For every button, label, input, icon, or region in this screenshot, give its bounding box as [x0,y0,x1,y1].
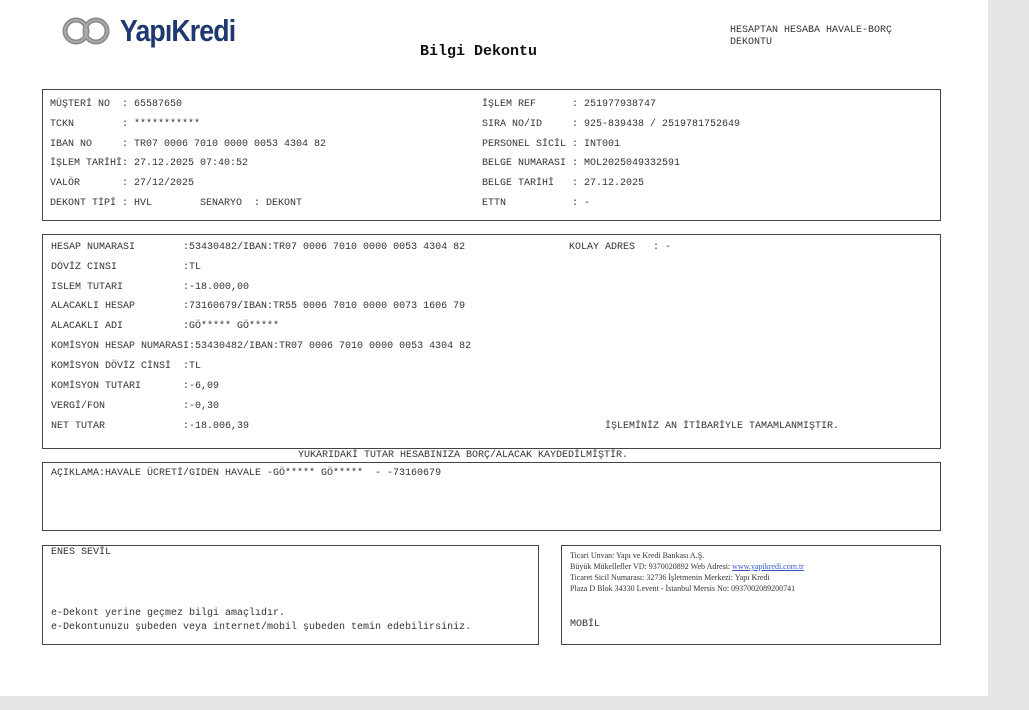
field-label: TCKN [50,119,123,130]
detail-row: KOMİSYON HESAP NUMARASI:53430482/IBAN:TR… [51,341,471,353]
field-label: PERSONEL SİCİL [482,139,573,150]
field-value: : 27.12.2025 07:40:52 [122,158,249,169]
field-label: VALÖR [50,178,123,189]
status-message: İŞLEMİNİZ AN İTİBARİYLE TAMAMLANMIŞTIR. [605,421,840,432]
field-label: DEKONT TİPİ [50,198,123,209]
field-value: :-18.006,39 [183,421,250,432]
field-label: MÜŞTERİ NO [50,99,123,110]
website-link[interactable]: www.yapikredi.com.tr [732,562,804,571]
channel-label: MOBİL [570,619,601,630]
legal-line: Ticaret Sicil Numarası: 32736 İşletmenin… [570,573,770,582]
info-row: MÜŞTERİ NO : 65587650 [50,99,182,111]
brand-name: YapıKredi [120,13,236,48]
info-row: BELGE NUMARASI : MOL2025049332591 [482,158,680,170]
detail-row: KOMİSYON DÖVİZ CİNSİ :TL [51,361,201,373]
legal-line: Ticari Unvan: Yapı ve Kredi Bankası A.Ş. [570,551,705,560]
field-value: :53430482/IBAN:TR07 0006 7010 0000 0053 … [189,341,472,352]
info-row: IBAN NO : TR07 0006 7010 0000 0053 4304 … [50,139,326,151]
field-value: : 65587650 [122,99,183,110]
field-value: :TL [183,262,202,273]
field-value: :73160679/IBAN:TR55 0006 7010 0000 0073 … [183,301,466,312]
field-label: SIRA NO/ID [482,119,573,130]
field-value: : MOL2025049332591 [572,158,681,169]
field-value: :-6,09 [183,381,220,392]
legal-line: Büyük Mükellefler VD: 9370020892 Web Adr… [570,561,804,572]
field-value: :53430482/IBAN:TR07 0006 7010 0000 0053 … [183,242,466,253]
info-row: BELGE TARİHİ : 27.12.2025 [482,178,644,190]
field-label: KOMİSYON DÖVİZ CİNSİ [51,361,184,372]
info-note: e-Dekont yerine geçmez bilgi amaçlıdır. [51,608,286,619]
document-type: HESAPTAN HESABA HAVALE-BORÇ DEKONTU [730,25,893,48]
field-label: DÖVİZ CINSI [51,262,184,273]
field-value: : *********** [122,119,201,130]
bank-legal-box: Ticari Unvan: Yapı ve Kredi Bankası A.Ş.… [561,545,941,645]
info-row: PERSONEL SİCİL : INT001 [482,139,620,151]
field-label: BELGE NUMARASI [482,158,573,169]
field-value: : INT001 [572,139,621,150]
detail-row: ALACAKLI HESAP :73160679/IBAN:TR55 0006 … [51,301,465,313]
field-label: IBAN NO [50,139,123,150]
brand-symbol-icon [62,17,110,45]
info-row: VALÖR : 27/12/2025 [50,178,194,190]
transaction-details-box: HESAP NUMARASI :53430482/IBAN:TR07 0006 … [42,234,941,449]
info-row: İŞLEM REF : 251977938747 [482,99,656,111]
customer-info-box: MÜŞTERİ NO : 65587650 TCKN : ***********… [42,89,941,221]
field-value: : 251977938747 [572,99,657,110]
field-label: KOMİSYON TUTARI [51,381,184,392]
field-label: ETTN [482,198,573,209]
detail-row: VERGİ/FON :-0,30 [51,401,219,413]
info-row: SIRA NO/ID : 925-839438 / 2519781752649 [482,119,740,131]
detail-row: HESAP NUMARASI :53430482/IBAN:TR07 0006 … [51,242,465,254]
info-row: ETTN : - [482,198,590,210]
field-value: : TR07 0006 7010 0000 0053 4304 82 [122,139,327,150]
info-row: İŞLEM TARİHİ: 27.12.2025 07:40:52 [50,158,248,170]
field-value: : 925-839438 / 2519781752649 [572,119,741,130]
signature-box: ENES SEVİL e-Dekont yerine geçmez bilgi … [42,545,539,645]
info-row: TCKN : *********** [50,119,200,131]
description-box: AÇIKLAMA:HAVALE ÜCRETİ/GIDEN HAVALE -GÖ*… [42,462,941,531]
field-value: :TL [183,361,202,372]
field-label: VERGİ/FON [51,401,184,412]
detail-row: ISLEM TUTARI :-18.000,00 [51,282,249,294]
field-value: :GÖ***** GÖ***** [183,321,280,332]
field-label: HESAP NUMARASI [51,242,184,253]
field-value: :-18.000,00 [183,282,250,293]
debit-credit-note: YUKARIDAKİ TUTAR HESABINIZA BORÇ/ALACAK … [298,450,629,461]
field-value: : - [572,198,591,209]
customer-name: ENES SEVİL [51,547,112,558]
field-label: NET TUTAR [51,421,184,432]
field-label: ALACAKLI ADI [51,321,184,332]
field-label: ISLEM TUTARI [51,282,184,293]
field-value: :-0,30 [183,401,220,412]
field-label: ALACAKLI HESAP [51,301,184,312]
field-label: İŞLEM TARİHİ [50,158,123,169]
field-label: İŞLEM REF [482,99,573,110]
detail-row: ALACAKLI ADI :GÖ***** GÖ***** [51,321,279,333]
field-value: : HVL SENARYO : DEKONT [122,198,303,209]
detail-row: KOMİSYON TUTARI :-6,09 [51,381,219,393]
info-note: e-Dekontunuzu şubeden veya internet/mobi… [51,622,472,633]
detail-row: NET TUTAR :-18.006,39 [51,421,249,433]
field-label: BELGE TARİHİ [482,178,573,189]
field-value: : 27.12.2025 [572,178,645,189]
detail-row: DÖVİZ CINSI :TL [51,262,201,274]
yapikredi-logo: YapıKredi [60,14,254,48]
receipt-page: YapıKredi Bilgi Dekontu HESAPTAN HESABA … [0,0,988,696]
document-title: Bilgi Dekontu [420,43,538,60]
description-text: AÇIKLAMA:HAVALE ÜCRETİ/GIDEN HAVALE -GÖ*… [51,468,442,479]
legal-line: Plaza D Blok 34330 Levent - İstanbul Mer… [570,584,796,593]
field-value: : 27/12/2025 [122,178,195,189]
kolay-adres: KOLAY ADRES : - [569,242,672,253]
info-row: DEKONT TİPİ : HVL SENARYO : DEKONT [50,198,302,210]
field-label: KOMİSYON HESAP NUMARASI [51,341,190,352]
legal-text: Büyük Mükellefler VD: 9370020892 Web Adr… [570,562,733,571]
